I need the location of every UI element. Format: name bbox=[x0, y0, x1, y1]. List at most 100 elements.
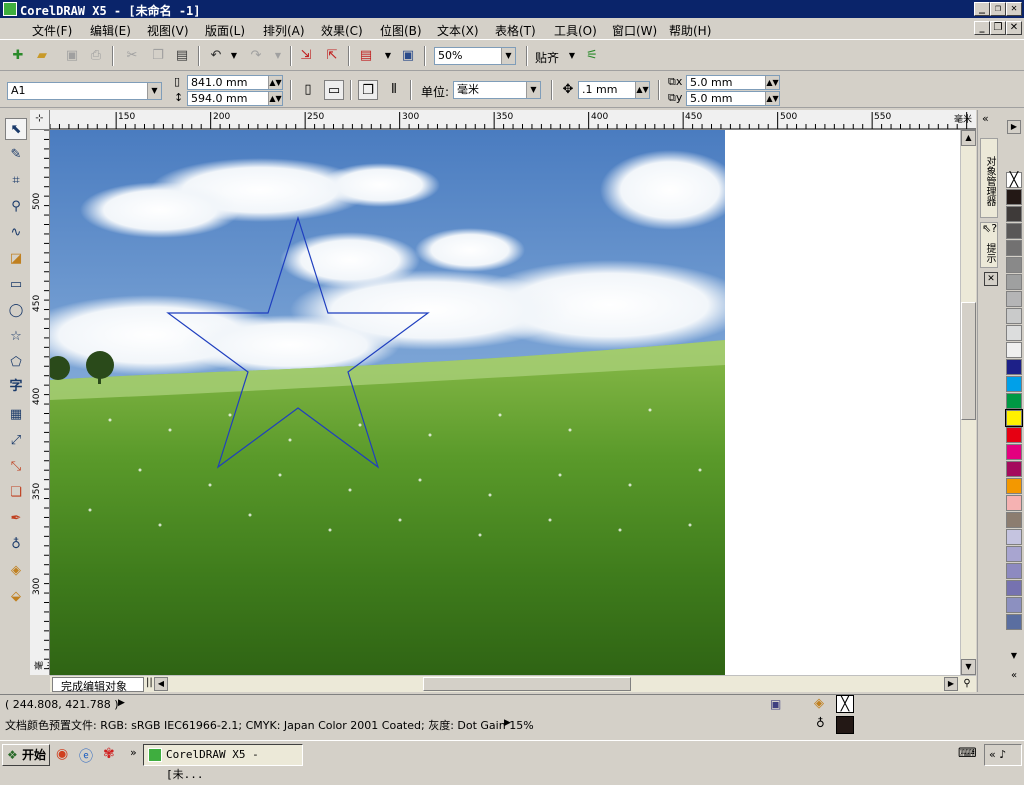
palette-scroll-up-icon[interactable]: ▶ bbox=[1007, 120, 1021, 134]
palette-swatch[interactable] bbox=[1006, 614, 1022, 630]
app-launcher-dropdown[interactable]: ▼ bbox=[378, 46, 398, 66]
drawing-canvas[interactable] bbox=[50, 130, 960, 675]
horizontal-ruler[interactable]: 150 200 250 300 350 400 450 500 550 毫米 bbox=[50, 110, 976, 130]
palette-swatch[interactable] bbox=[1006, 529, 1022, 545]
double-chevron-left-icon[interactable]: « bbox=[982, 112, 989, 125]
nudge-field[interactable]: .1 mm ▲▼ bbox=[578, 81, 650, 99]
connector-tool-icon[interactable]: ⤡ bbox=[5, 456, 27, 478]
eyedropper-tool-icon[interactable]: ✒ bbox=[5, 508, 27, 530]
no-color-swatch[interactable]: ╳ bbox=[1006, 172, 1022, 188]
new-icon[interactable]: ✚ bbox=[8, 46, 28, 66]
palette-swatch[interactable] bbox=[1006, 325, 1022, 341]
duplicate-y-field[interactable]: 5.0 mm ▲▼ bbox=[686, 91, 780, 106]
freehand-tool-icon[interactable]: ∿ bbox=[5, 222, 27, 244]
color-proof-icon[interactable]: ▣ bbox=[770, 697, 781, 711]
rectangle-tool-icon[interactable]: ▭ bbox=[5, 274, 27, 296]
snap-dropdown[interactable]: ▼ bbox=[562, 46, 582, 66]
palette-swatch[interactable] bbox=[1006, 240, 1022, 256]
palette-swatch[interactable] bbox=[1006, 257, 1022, 273]
palette-expand-icon[interactable]: « bbox=[1007, 670, 1021, 684]
menu-arrange[interactable]: 排列(A) bbox=[263, 22, 305, 39]
palette-swatch[interactable] bbox=[1006, 223, 1022, 239]
object-manager-tab[interactable]: 对象管理器 bbox=[980, 138, 998, 218]
ruler-origin[interactable]: ⊹ bbox=[30, 110, 50, 130]
menu-file[interactable]: 文件(F) bbox=[32, 22, 72, 39]
palette-scroll-down-icon[interactable]: ▼ bbox=[1007, 650, 1021, 664]
palette-swatch[interactable] bbox=[1006, 461, 1022, 477]
outline-tool-icon[interactable]: ♁ bbox=[5, 534, 27, 556]
page-tab[interactable]: 完成编辑对象 bbox=[52, 677, 144, 693]
doc-restore-button[interactable]: ❐ bbox=[990, 21, 1006, 35]
copy-icon[interactable]: ❐ bbox=[148, 46, 168, 66]
palette-swatch[interactable] bbox=[1006, 206, 1022, 222]
play-icon[interactable]: ▶ bbox=[118, 698, 125, 708]
polygon-tool-icon[interactable]: ☆ bbox=[5, 326, 27, 348]
save-icon[interactable]: ▣ bbox=[62, 46, 82, 66]
basic-shapes-icon[interactable]: ⬠ bbox=[5, 352, 27, 374]
table-tool-icon[interactable]: ▦ bbox=[5, 404, 27, 426]
scroll-down-arrow-icon[interactable]: ▼ bbox=[961, 659, 976, 675]
palette-swatch[interactable] bbox=[1006, 495, 1022, 511]
app-shortcut-icon[interactable]: ✾ bbox=[103, 746, 115, 762]
unit-select[interactable]: 毫米 ▼ bbox=[453, 81, 541, 99]
start-button[interactable]: ❖ 开始 bbox=[2, 744, 50, 766]
portrait-icon[interactable]: ▯ bbox=[298, 80, 318, 100]
taskbar-coreldraw-button[interactable]: CorelDRAW X5 - [未... bbox=[143, 744, 303, 781]
export-icon[interactable]: ⇱ bbox=[322, 46, 342, 66]
menu-help[interactable]: 帮助(H) bbox=[669, 22, 711, 39]
snap-settings-icon[interactable]: ⚟ bbox=[582, 46, 602, 66]
menu-effects[interactable]: 效果(C) bbox=[321, 22, 363, 39]
zoom-select[interactable]: 50% ▼ bbox=[434, 47, 516, 65]
menu-tools[interactable]: 工具(O) bbox=[554, 22, 597, 39]
no-fill-swatch[interactable]: ╳ bbox=[836, 695, 854, 713]
h-scroll-thumb[interactable] bbox=[423, 677, 631, 691]
all-pages-icon[interactable]: ❐ bbox=[358, 80, 378, 100]
cut-icon[interactable]: ✂ bbox=[122, 46, 142, 66]
menu-window[interactable]: 窗口(W) bbox=[612, 22, 657, 39]
doc-minimize-button[interactable]: _ bbox=[974, 21, 990, 35]
outline-color-swatch[interactable] bbox=[836, 716, 854, 734]
menu-bitmaps[interactable]: 位图(B) bbox=[380, 22, 422, 39]
palette-swatch[interactable] bbox=[1006, 512, 1022, 528]
shape-tool-icon[interactable]: ✎ bbox=[5, 144, 27, 166]
scroll-right-arrow-icon[interactable]: ▶ bbox=[944, 677, 958, 691]
landscape-icon[interactable]: ▭ bbox=[324, 80, 344, 100]
palette-swatch[interactable] bbox=[1006, 444, 1022, 460]
vertical-ruler[interactable]: 500 450 400 350 300 毫米 bbox=[30, 130, 50, 675]
system-tray[interactable]: « ♪ bbox=[984, 744, 1022, 766]
text-tool-icon[interactable]: 字 bbox=[5, 376, 27, 398]
crop-tool-icon[interactable]: ⌗ bbox=[5, 170, 27, 192]
paste-icon[interactable]: ▤ bbox=[172, 46, 192, 66]
minimize-button[interactable]: _ bbox=[974, 2, 990, 16]
ellipse-tool-icon[interactable]: ◯ bbox=[5, 300, 27, 322]
undo-icon[interactable]: ↶ bbox=[206, 46, 226, 66]
duplicate-x-field[interactable]: 5.0 mm ▲▼ bbox=[686, 75, 780, 90]
palette-swatch[interactable] bbox=[1006, 580, 1022, 596]
palette-swatch[interactable] bbox=[1006, 342, 1022, 358]
menu-layout[interactable]: 版面(L) bbox=[205, 22, 245, 39]
palette-swatch[interactable] bbox=[1006, 546, 1022, 562]
undo-dropdown[interactable]: ▼ bbox=[224, 46, 244, 66]
print-icon[interactable]: ⎙ bbox=[86, 46, 106, 66]
palette-swatch[interactable] bbox=[1005, 409, 1023, 427]
current-page-icon[interactable]: ⫴ bbox=[384, 80, 404, 100]
palette-swatch[interactable] bbox=[1006, 427, 1022, 443]
menu-text[interactable]: 文本(X) bbox=[437, 22, 479, 39]
pick-tool-icon[interactable]: ⬉ bbox=[5, 118, 27, 140]
keyboard-icon[interactable]: ⌨ bbox=[958, 746, 977, 761]
chrome-icon[interactable]: ◉ bbox=[56, 746, 68, 762]
interactive-fill-icon[interactable]: ⬙ bbox=[5, 586, 27, 608]
palette-swatch[interactable] bbox=[1006, 376, 1022, 392]
page-width-field[interactable]: 841.0 mm ▲▼ bbox=[187, 75, 283, 90]
double-chevron-right-icon[interactable]: » bbox=[130, 746, 137, 759]
palette-swatch[interactable] bbox=[1006, 597, 1022, 613]
scroll-thumb[interactable] bbox=[961, 302, 976, 420]
open-icon[interactable]: ▰ bbox=[32, 46, 52, 66]
welcome-icon[interactable]: ▣ bbox=[398, 46, 418, 66]
redo-icon[interactable]: ↷ bbox=[246, 46, 266, 66]
palette-swatch[interactable] bbox=[1006, 291, 1022, 307]
vertical-scrollbar[interactable]: ▲ ▼ bbox=[960, 130, 976, 675]
maximize-button[interactable]: ❐ bbox=[990, 2, 1006, 16]
palette-swatch[interactable] bbox=[1006, 274, 1022, 290]
scroll-left-arrow-icon[interactable]: ◀ bbox=[154, 677, 168, 691]
